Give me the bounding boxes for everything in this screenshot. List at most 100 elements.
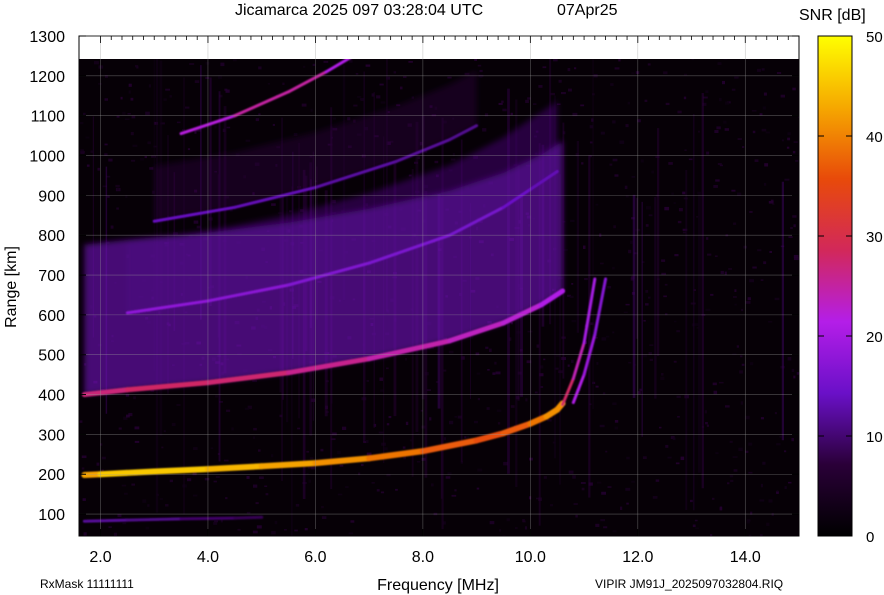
noise-speck (108, 158, 113, 162)
noise-speck (445, 476, 451, 479)
noise-speck (770, 199, 774, 202)
noise-speck (147, 504, 150, 507)
noise-speck (488, 348, 492, 352)
noise-speck (658, 426, 662, 429)
noise-speck (605, 450, 608, 453)
noise-speck (321, 505, 324, 509)
noise-speck (379, 377, 384, 381)
noise-speck (707, 253, 712, 256)
noise-speck (115, 184, 120, 188)
noise-speck (347, 117, 351, 121)
noise-speck (787, 137, 791, 141)
noise-speck (631, 480, 635, 483)
x-tick-label: 6.0 (304, 549, 326, 566)
noise-speck (306, 450, 310, 453)
noise-speck (750, 362, 754, 366)
noise-speck (217, 75, 222, 79)
noise-speck (749, 279, 755, 283)
noise-speck (204, 477, 210, 481)
noise-speck (705, 422, 708, 425)
noise-speck (660, 376, 665, 381)
interference-stripe (654, 197, 657, 399)
noise-speck (159, 497, 163, 501)
noise-speck (647, 63, 651, 66)
noise-speck (223, 459, 229, 462)
interference-stripe (781, 181, 785, 441)
noise-speck (193, 447, 198, 451)
noise-speck (255, 118, 260, 122)
noise-speck (252, 436, 256, 439)
noise-speck (486, 407, 490, 410)
noise-speck (312, 63, 316, 67)
noise-speck (393, 71, 397, 74)
noise-speck (683, 96, 687, 100)
noise-speck (673, 320, 677, 323)
noise-speck (496, 409, 502, 412)
noise-speck (756, 68, 761, 72)
noise-speck (540, 386, 544, 388)
noise-speck (759, 113, 763, 116)
noise-speck (792, 87, 796, 91)
noise-speck (697, 130, 700, 133)
noise-speck (733, 222, 737, 225)
noise-speck (651, 170, 655, 174)
noise-speck (214, 125, 217, 129)
noise-speck (98, 65, 104, 69)
noise-speck (630, 240, 633, 244)
y-tick-label: 800 (38, 228, 65, 245)
noise-speck (349, 60, 353, 63)
noise-speck (619, 506, 623, 510)
noise-speck (128, 90, 131, 94)
noise-speck (661, 259, 666, 262)
noise-speck (664, 283, 668, 286)
noise-speck (570, 219, 575, 222)
noise-speck (678, 208, 683, 212)
noise-speck (142, 499, 147, 503)
noise-speck (572, 475, 576, 479)
noise-speck (560, 91, 566, 95)
noise-speck (259, 476, 264, 480)
noise-speck (625, 487, 631, 491)
noise-speck (793, 141, 798, 144)
noise-speck (683, 73, 688, 76)
noise-speck (510, 405, 515, 408)
noise-speck (149, 167, 154, 170)
noise-speck (495, 371, 501, 375)
noise-speck (759, 499, 765, 502)
noise-speck (271, 203, 276, 206)
noise-speck (165, 504, 169, 507)
noise-speck (795, 159, 799, 162)
noise-speck (116, 187, 120, 191)
trace-segment (258, 460, 319, 470)
noise-speck (97, 167, 100, 171)
noise-speck (257, 449, 261, 452)
noise-speck (283, 528, 287, 531)
noise-speck (171, 422, 176, 427)
noise-speck (477, 64, 482, 67)
noise-speck (408, 61, 413, 63)
noise-speck (612, 266, 615, 270)
noise-speck (724, 128, 730, 131)
noise-speck (194, 130, 197, 134)
noise-speck (271, 531, 276, 535)
noise-speck (580, 104, 585, 107)
noise-speck (571, 282, 574, 285)
noise-speck (376, 95, 381, 99)
noise-speck (764, 163, 769, 167)
noise-speck (601, 491, 607, 495)
noise-speck (625, 195, 629, 198)
noise-speck (186, 478, 192, 482)
noise-speck (727, 482, 730, 485)
noise-speck (357, 95, 362, 98)
noise-speck (745, 415, 750, 420)
y-tick-label: 100 (38, 507, 65, 524)
noise-speck (626, 456, 630, 460)
noise-speck (573, 503, 578, 506)
noise-speck (625, 303, 630, 306)
noise-speck (533, 103, 537, 105)
noise-speck (411, 96, 415, 99)
noise-speck (798, 493, 799, 498)
noise-speck (711, 497, 715, 500)
noise-speck (272, 123, 275, 126)
x-tick-label: 4.0 (197, 549, 219, 566)
